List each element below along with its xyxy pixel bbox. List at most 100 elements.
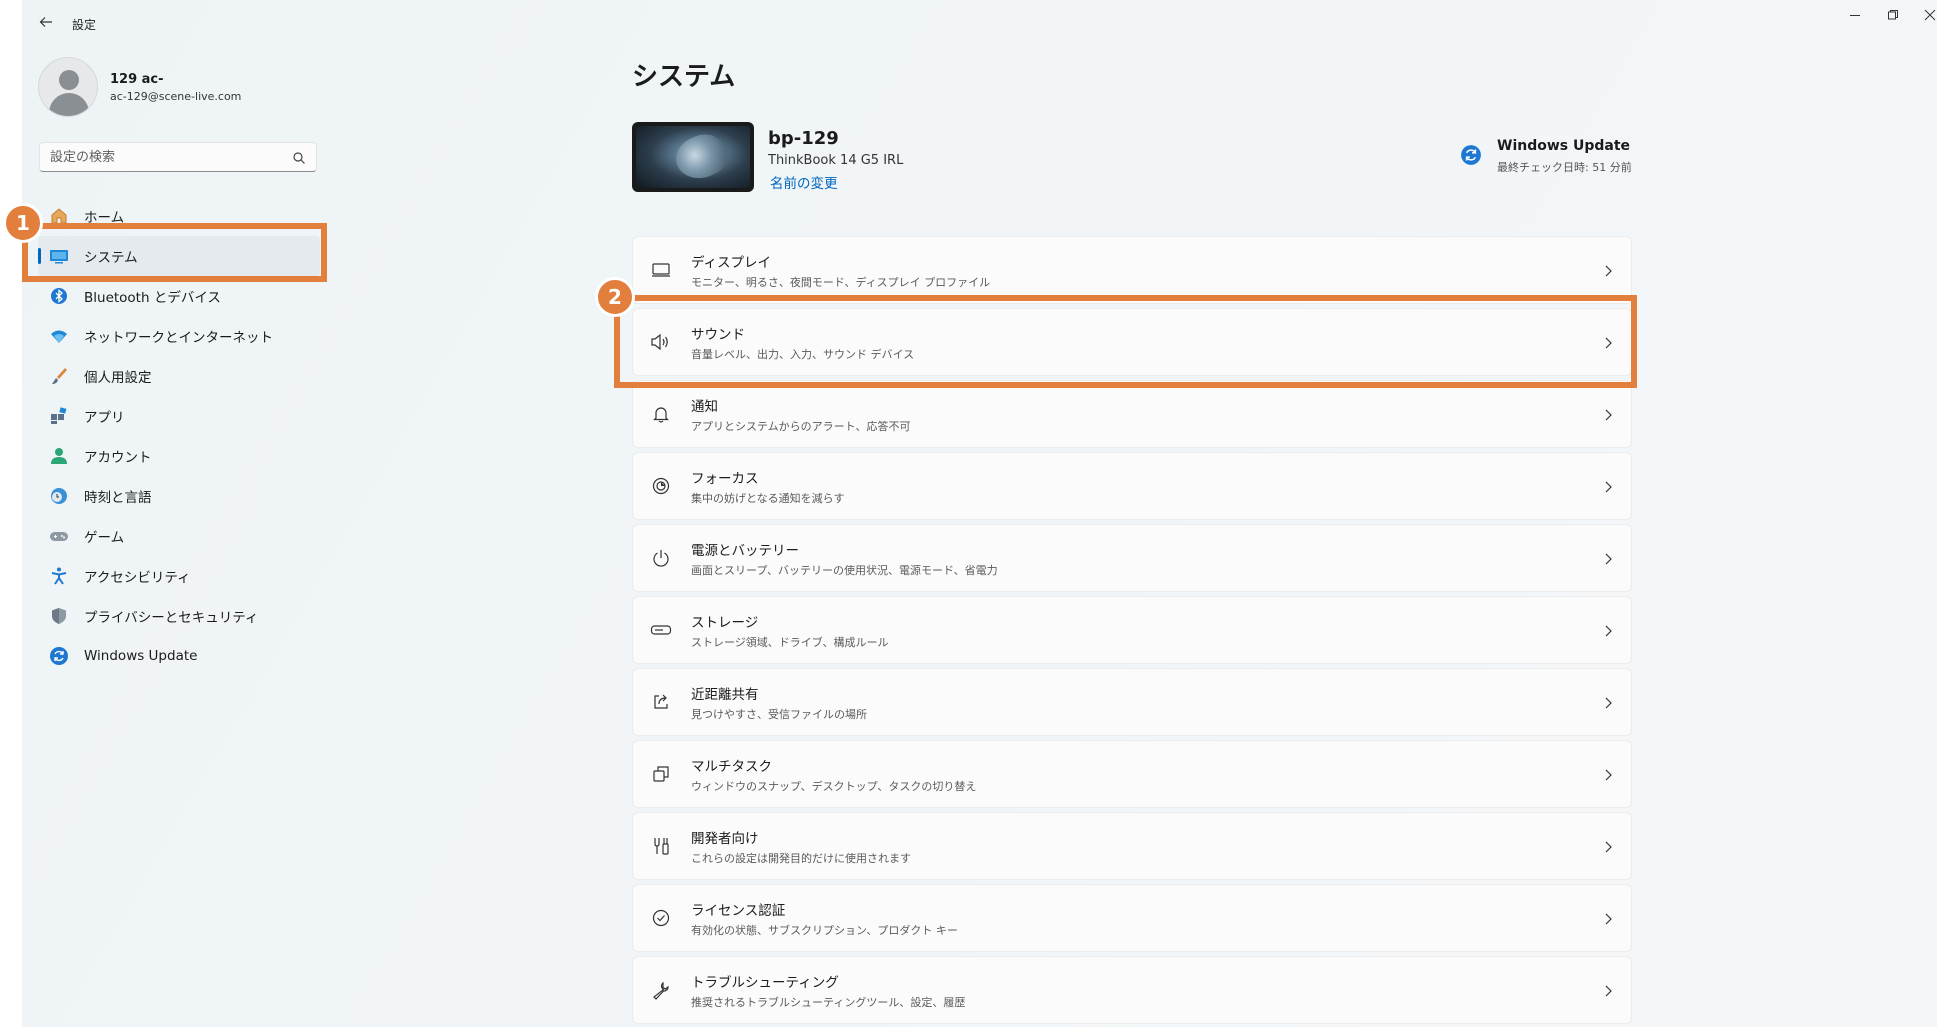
chevron-right-icon [1603,983,1613,997]
setting-description: 画面とスリープ、バッテリーの使用状況、電源モード、省電力 [691,563,998,577]
sidebar-item-network[interactable]: ネットワークとインターネット [38,316,320,356]
setting-title: ディスプレイ [691,254,772,271]
user-name: 129 ac- [110,72,164,87]
developer-icon [649,834,673,858]
focus-icon [649,474,673,498]
chevron-right-icon [1603,551,1613,565]
close-icon[interactable] [1910,6,1937,28]
settings-window: 設定 129 ac- ac-129@scene-live.com ホーム [22,0,1937,1027]
windows-update-last-check: 最終チェック日時: 51 分前 [1497,161,1632,174]
setting-description: ストレージ領域、ドライブ、構成ルール [691,635,889,649]
highlight-box-sound [614,295,1637,388]
brush-icon [48,365,70,387]
search-box[interactable] [39,142,317,172]
setting-title: 通知 [691,398,718,415]
rename-link[interactable]: 名前の変更 [770,172,838,192]
step-badge-2: 2 [595,277,635,317]
sidebar-item-label: Bluetooth とデバイス [84,290,221,306]
sidebar-item-gaming[interactable]: ゲーム [38,516,320,556]
setting-title: 近距離共有 [691,686,759,703]
search-input[interactable] [40,143,280,171]
chevron-right-icon [1603,767,1613,781]
setting-row-nearby-sharing[interactable]: 近距離共有 見つけやすさ、受信ファイルの場所 [632,668,1632,736]
sidebar-item-bluetooth[interactable]: Bluetooth とデバイス [38,276,320,316]
account-icon [48,445,70,467]
storage-icon [649,618,673,642]
chevron-right-icon [1603,407,1613,421]
sidebar-item-label: Windows Update [84,648,198,664]
sidebar-item-label: アプリ [84,410,125,426]
accessibility-icon [48,565,70,587]
setting-description: ウィンドウのスナップ、デスクトップ、タスクの切り替え [691,779,977,793]
setting-title: トラブルシューティング [691,974,839,991]
setting-description: アプリとシステムからのアラート、応答不可 [691,419,911,433]
user-email: ac-129@scene-live.com [110,90,242,103]
setting-row-display[interactable]: ディスプレイ モニター、明るさ、夜間モード、ディスプレイ プロファイル [632,236,1632,304]
sidebar-item-accessibility[interactable]: アクセシビリティ [38,556,320,596]
device-wallpaper-thumbnail [632,122,754,192]
setting-title: マルチタスク [691,758,772,775]
setting-description: 見つけやすさ、受信ファイルの場所 [691,707,867,721]
restore-icon[interactable] [1873,6,1913,28]
sidebar-item-accounts[interactable]: アカウント [38,436,320,476]
display-icon [649,258,673,282]
setting-row-troubleshoot[interactable]: トラブルシューティング 推奨されるトラブルシューティングツール、設定、履歴 [632,956,1632,1024]
sidebar-item-apps[interactable]: アプリ [38,396,320,436]
multitask-icon [649,762,673,786]
minimize-icon[interactable] [1835,6,1875,28]
search-icon[interactable] [292,150,306,164]
sidebar-item-label: アカウント [84,450,152,466]
device-model: ThinkBook 14 G5 IRL [768,153,904,168]
sidebar-item-personalization[interactable]: 個人用設定 [38,356,320,396]
gamepad-icon [48,525,70,547]
sidebar-item-privacy[interactable]: プライバシーとセキュリティ [38,596,320,636]
setting-row-storage[interactable]: ストレージ ストレージ領域、ドライブ、構成ルール [632,596,1632,664]
setting-row-multitasking[interactable]: マルチタスク ウィンドウのスナップ、デスクトップ、タスクの切り替え [632,740,1632,808]
windows-update-icon [48,645,70,667]
setting-description: モニター、明るさ、夜間モード、ディスプレイ プロファイル [691,275,991,289]
sidebar-item-label: 個人用設定 [84,370,152,386]
back-arrow-icon[interactable] [36,14,56,34]
chevron-right-icon [1603,263,1613,277]
chevron-right-icon [1603,623,1613,637]
setting-title: フォーカス [691,470,759,487]
sidebar-item-label: アクセシビリティ [84,570,191,586]
setting-title: 開発者向け [691,830,759,847]
windows-update-icon[interactable] [1460,144,1482,166]
setting-title: ライセンス認証 [691,902,786,919]
setting-row-activation[interactable]: ライセンス認証 有効化の状態、サブスクリプション、プロダクト キー [632,884,1632,952]
avatar[interactable] [38,57,98,117]
sidebar-item-label: ネットワークとインターネット [84,330,273,346]
page-title: システム [632,62,736,92]
setting-description: これらの設定は開発目的だけに使用されます [691,851,911,865]
sidebar-item-windows-update[interactable]: Windows Update [38,636,320,676]
bluetooth-icon [48,285,70,307]
sidebar-item-label: 時刻と言語 [84,490,152,506]
step-badge-1: 1 [3,203,43,243]
setting-row-power[interactable]: 電源とバッテリー 画面とスリープ、バッテリーの使用状況、電源モード、省電力 [632,524,1632,592]
activation-icon [649,906,673,930]
device-name: bp-129 [768,128,839,149]
sidebar-item-label: ゲーム [84,530,125,546]
shield-icon [48,605,70,627]
chevron-right-icon [1603,479,1613,493]
setting-row-developers[interactable]: 開発者向け これらの設定は開発目的だけに使用されます [632,812,1632,880]
wrench-icon [649,978,673,1002]
setting-title: 電源とバッテリー [691,542,799,559]
setting-row-notifications[interactable]: 通知 アプリとシステムからのアラート、応答不可 [632,380,1632,448]
sidebar-item-time-language[interactable]: 時刻と言語 [38,476,320,516]
bell-icon [649,402,673,426]
chevron-right-icon [1603,839,1613,853]
apps-icon [48,405,70,427]
power-icon [649,546,673,570]
setting-description: 有効化の状態、サブスクリプション、プロダクト キー [691,923,958,937]
highlight-box-system [22,223,327,282]
windows-update-title[interactable]: Windows Update [1497,138,1630,154]
setting-row-focus[interactable]: フォーカス 集中の妨げとなる通知を減らす [632,452,1632,520]
setting-description: 推奨されるトラブルシューティングツール、設定、履歴 [691,995,966,1009]
chevron-right-icon [1603,695,1613,709]
app-title: 設定 [72,18,97,32]
wifi-icon [48,325,70,347]
time-language-icon [48,485,70,507]
share-icon [649,690,673,714]
